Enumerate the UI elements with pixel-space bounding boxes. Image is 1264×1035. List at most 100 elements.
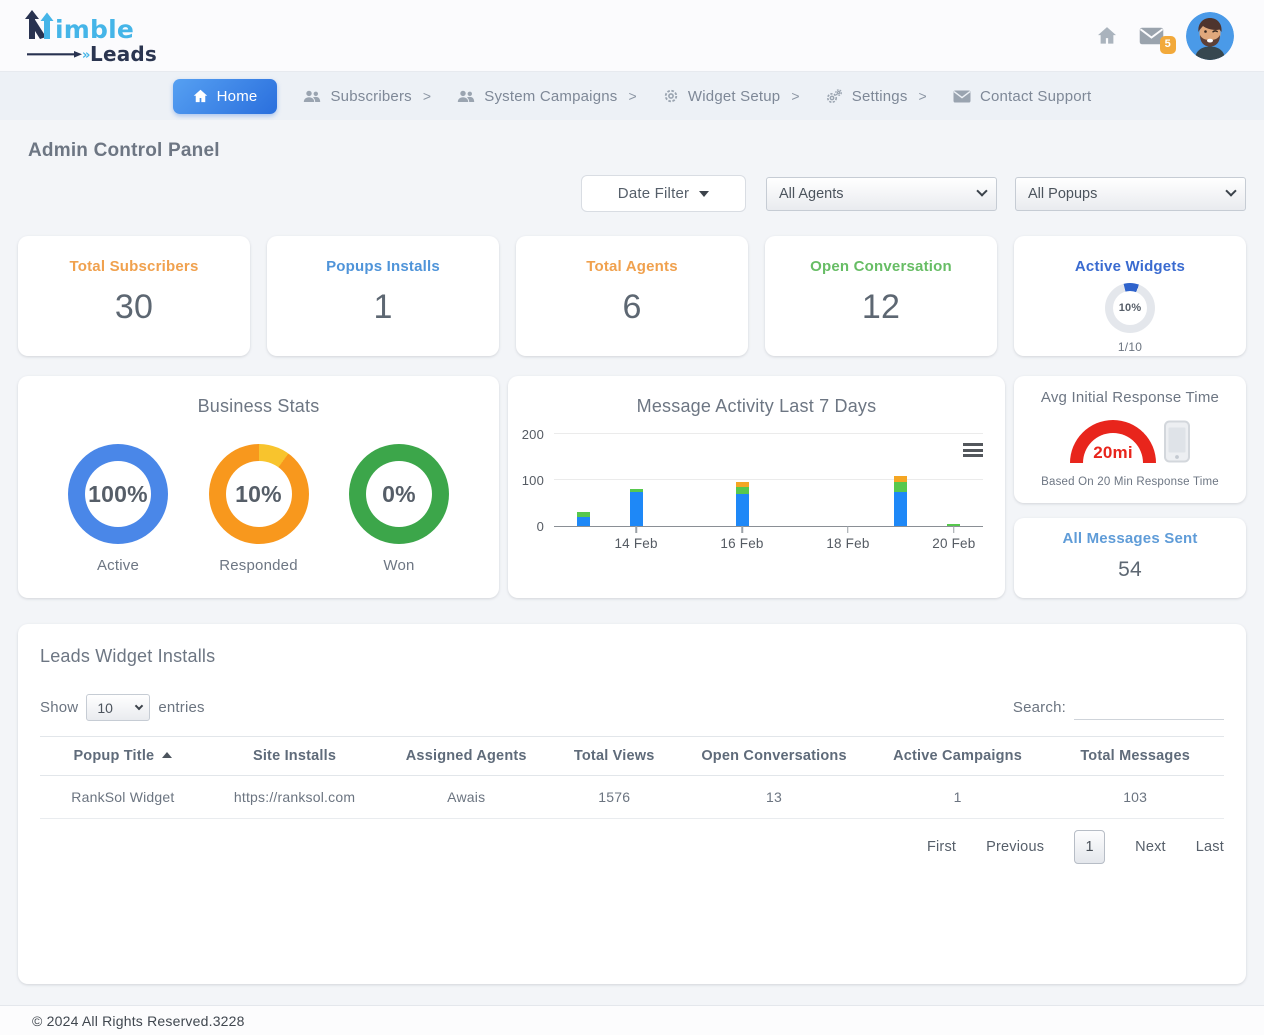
cell-total-views: 1576 xyxy=(549,776,679,819)
stat-label: Open Conversation xyxy=(765,258,997,275)
stat-label: Total Agents xyxy=(516,258,748,275)
all-messages-title: All Messages Sent xyxy=(1014,530,1246,547)
svg-text:imble: imble xyxy=(55,15,134,44)
nav-item-home[interactable]: Home xyxy=(173,79,278,114)
column-header-assigned-agents[interactable]: Assigned Agents xyxy=(383,737,549,776)
cell-site-installs: https://ranksol.com xyxy=(206,776,384,819)
message-activity-card: Message Activity Last 7 Days 0100200 14 … xyxy=(508,376,1005,598)
cell-total-messages: 103 xyxy=(1046,776,1224,819)
business-stats-card: Business Stats 100% Active 10% Responded xyxy=(18,376,499,598)
donut-label: Won xyxy=(383,557,414,574)
search-input[interactable] xyxy=(1074,696,1224,720)
cell-active-campaigns: 1 xyxy=(869,776,1047,819)
page-length-control: Show 10 entries xyxy=(40,694,205,721)
page-title: Admin Control Panel xyxy=(28,140,1246,162)
pagination-first[interactable]: First xyxy=(927,839,956,855)
card-open-conversation: Open Conversation 12 xyxy=(765,236,997,356)
messages-icon[interactable]: 5 xyxy=(1139,27,1164,45)
table-pagination: First Previous 1 Next Last xyxy=(40,830,1224,864)
avatar-image xyxy=(1186,12,1234,60)
chart-bar-19-feb xyxy=(894,476,907,526)
active-widgets-donut: 10% xyxy=(1105,283,1155,333)
donut-percent: 10% xyxy=(1119,302,1142,314)
column-header-popup-title[interactable]: Popup Title xyxy=(40,737,206,776)
popups-select[interactable]: All Popups xyxy=(1015,177,1246,211)
pagination-next[interactable]: Next xyxy=(1135,839,1166,855)
date-filter-button[interactable]: Date Filter xyxy=(581,175,746,212)
mail-icon xyxy=(953,90,971,103)
avg-response-caption: Based On 20 Min Response Time xyxy=(1014,476,1246,488)
filters-row: Date Filter All Agents All Popups xyxy=(18,175,1246,212)
stat-value: 6 xyxy=(516,288,748,327)
users-icon xyxy=(457,89,475,103)
table-header-row: Popup Title Site Installs Assigned Agent… xyxy=(40,737,1224,776)
donut-label: Active xyxy=(97,557,139,574)
nimble-leads-logo[interactable]: imble » Leads xyxy=(22,9,162,63)
stat-value: 30 xyxy=(18,288,250,327)
column-header-active-campaigns[interactable]: Active Campaigns xyxy=(869,737,1047,776)
response-gauge-value: 20mi xyxy=(1093,443,1133,463)
nav-item-system-campaigns[interactable]: System Campaigns > xyxy=(457,88,637,105)
pagination-last[interactable]: Last xyxy=(1196,839,1224,855)
message-activity-chart: 0100200 14 Feb16 Feb18 Feb20 Feb xyxy=(508,427,1005,527)
nav-item-widget-setup[interactable]: Widget Setup > xyxy=(663,88,800,105)
stat-label: Total Subscribers xyxy=(18,258,250,275)
nav-label: Widget Setup xyxy=(688,88,780,105)
card-active-widgets: Active Widgets 10% 1/10 xyxy=(1014,236,1246,356)
main-content: Admin Control Panel Date Filter All Agen… xyxy=(0,120,1264,1005)
nav-caret: > xyxy=(919,88,927,104)
agents-select[interactable]: All Agents xyxy=(766,177,997,211)
search-label: Search: xyxy=(1013,699,1066,716)
page-length-select[interactable]: 10 xyxy=(86,694,150,721)
analytics-row: Business Stats 100% Active 10% Responded xyxy=(18,376,1246,598)
phone-icon xyxy=(1164,420,1190,463)
donut-percent: 100% xyxy=(88,481,148,508)
column-header-total-views[interactable]: Total Views xyxy=(549,737,679,776)
chart-title: Message Activity Last 7 Days xyxy=(508,376,1005,417)
show-label: Show xyxy=(40,699,78,716)
chart-bar-16-feb xyxy=(736,482,749,526)
card-total-subscribers: Total Subscribers 30 xyxy=(18,236,250,356)
installs-table: Popup Title Site Installs Assigned Agent… xyxy=(40,736,1224,819)
donut-won: 0% Won xyxy=(349,444,449,574)
svg-text:Leads: Leads xyxy=(90,42,157,63)
column-header-open-conversations[interactable]: Open Conversations xyxy=(679,737,868,776)
donut-percent: 0% xyxy=(382,481,416,508)
gear-icon xyxy=(663,88,679,104)
stat-cards-row: Total Subscribers 30 Popups Installs 1 T… xyxy=(18,236,1246,356)
chart-bar-20-feb xyxy=(947,524,960,526)
column-header-site-installs[interactable]: Site Installs xyxy=(206,737,384,776)
chart-y-axis: 0100200 xyxy=(508,427,554,527)
nav-item-settings[interactable]: Settings > xyxy=(826,88,927,105)
card-total-agents: Total Agents 6 xyxy=(516,236,748,356)
table-search-control: Search: xyxy=(1013,696,1224,720)
donut-percent: 10% xyxy=(235,481,282,508)
column-header-total-messages[interactable]: Total Messages xyxy=(1046,737,1224,776)
cell-popup-title: RankSol Widget xyxy=(40,776,206,819)
chart-bar-14-feb xyxy=(630,489,643,526)
nav-caret: > xyxy=(423,88,431,104)
donut-active: 100% Active xyxy=(68,444,168,574)
gears-icon xyxy=(826,89,843,104)
nav-item-subscribers[interactable]: Subscribers > xyxy=(303,88,431,105)
nav-caret: > xyxy=(629,88,637,104)
nav-item-contact-support[interactable]: Contact Support xyxy=(953,88,1091,105)
pagination-page-1[interactable]: 1 xyxy=(1074,830,1105,864)
home-shortcut-icon[interactable] xyxy=(1097,26,1117,45)
nav-label: Settings xyxy=(852,88,908,105)
pagination-previous[interactable]: Previous xyxy=(986,839,1044,855)
users-icon xyxy=(303,89,321,103)
entries-label: entries xyxy=(158,699,204,716)
copyright-text: © 2024 All Rights Reserved.3228 xyxy=(32,1013,245,1029)
messages-count-badge: 5 xyxy=(1160,36,1176,53)
donut-label: Responded xyxy=(219,557,298,574)
chart-bar-13-feb xyxy=(577,512,590,526)
nav-label: Contact Support xyxy=(980,88,1091,105)
card-popups-installs: Popups Installs 1 xyxy=(267,236,499,356)
avg-response-card: Avg Initial Response Time 20mi Based On … xyxy=(1014,376,1246,503)
main-navigation: Home Subscribers > System Campaigns > Wi… xyxy=(0,72,1264,120)
all-messages-value: 54 xyxy=(1014,558,1246,582)
caret-down-icon xyxy=(699,191,709,197)
stat-value: 1 xyxy=(267,288,499,327)
user-avatar[interactable] xyxy=(1186,12,1234,60)
